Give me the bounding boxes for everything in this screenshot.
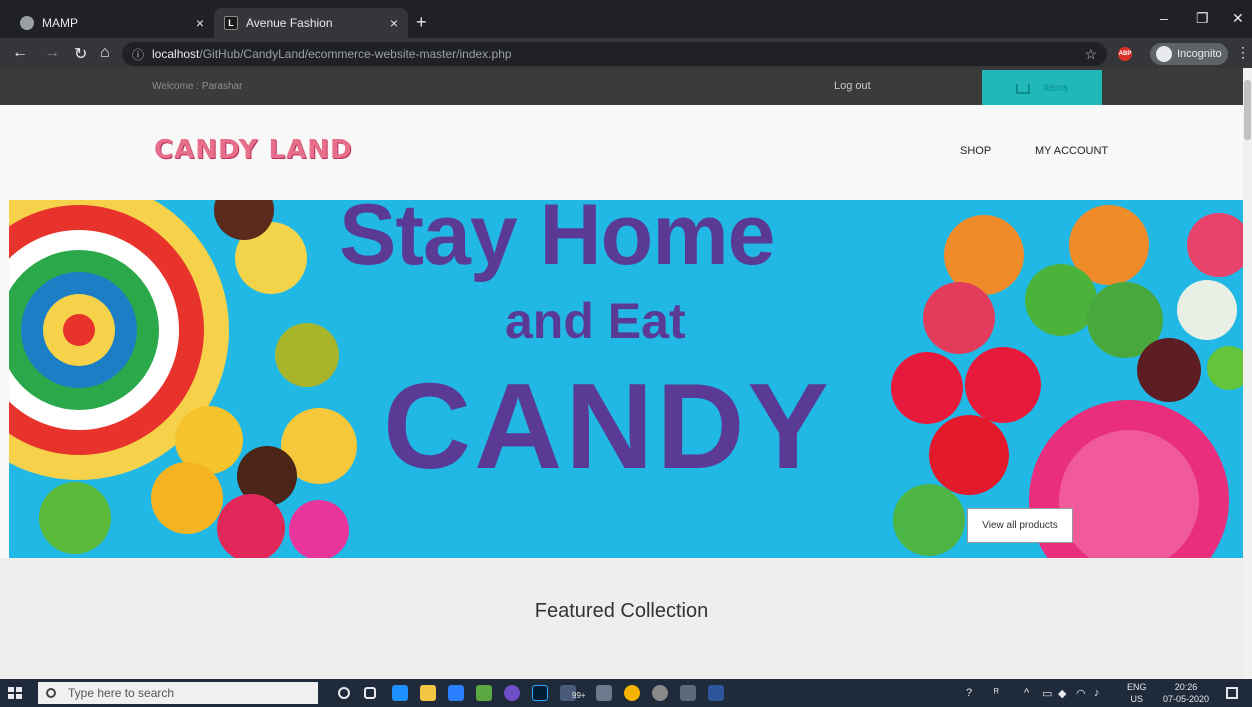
help-icon[interactable]: ? bbox=[966, 687, 972, 699]
chrome-icon[interactable] bbox=[624, 685, 640, 701]
clock-date: 07-05-2020 bbox=[1162, 694, 1210, 704]
photoshop-icon[interactable] bbox=[532, 685, 548, 701]
welcome-text: Welcome : Parashar bbox=[152, 81, 243, 92]
site-logo[interactable]: CANDY LAND bbox=[154, 135, 353, 165]
search-placeholder: Type here to search bbox=[68, 686, 175, 700]
url-path: /GitHub/CandyLand/ecommerce-website-mast… bbox=[199, 47, 512, 61]
view-all-products-button[interactable]: View all products bbox=[967, 508, 1073, 543]
volume-icon[interactable]: ♪ bbox=[1094, 687, 1100, 699]
word-icon[interactable] bbox=[708, 685, 724, 701]
incognito-icon bbox=[1156, 46, 1172, 62]
taskbar-clock[interactable]: 20:26 07-05-2020 bbox=[1158, 681, 1214, 705]
url-host: localhost bbox=[152, 47, 200, 61]
tab-title: MAMP bbox=[42, 16, 78, 30]
dropbox-icon[interactable] bbox=[448, 685, 464, 701]
eclipse-icon[interactable] bbox=[504, 685, 520, 701]
windows-taskbar: Type here to search 99+ ? ᴿ ^ ▭ ◆ ◠ ♪ EN… bbox=[0, 679, 1252, 707]
cart-icon bbox=[1015, 83, 1030, 94]
hero-banner: Stay Home and Eat CANDY View all product… bbox=[9, 200, 1243, 558]
close-window-button[interactable]: ✕ bbox=[1232, 10, 1244, 27]
search-icon bbox=[46, 688, 56, 698]
incognito-label: Incognito bbox=[1177, 48, 1222, 60]
cart-button[interactable]: Items bbox=[982, 70, 1102, 107]
page-scrollbar[interactable] bbox=[1243, 68, 1252, 679]
tab-avenue-fashion[interactable]: L Avenue Fashion × bbox=[214, 8, 408, 38]
cortana-icon[interactable] bbox=[338, 687, 350, 699]
hero-heading-line1: Stay Home bbox=[339, 200, 775, 283]
nav-shop[interactable]: SHOP bbox=[960, 145, 991, 157]
incognito-badge[interactable]: Incognito bbox=[1150, 43, 1228, 65]
back-arrow-icon[interactable]: ← bbox=[12, 44, 28, 62]
cart-label: Items bbox=[1043, 83, 1069, 94]
hero-heading-line2: and Eat bbox=[505, 293, 686, 349]
address-bar-row: ← → ↻ ⌂ ⓘ localhost/GitHub/CandyLand/eco… bbox=[0, 38, 1252, 68]
chevron-up-icon[interactable]: ^ bbox=[1024, 687, 1029, 699]
url-field[interactable]: ⓘ localhost/GitHub/CandyLand/ecommerce-w… bbox=[122, 42, 1107, 66]
app-badge-count: 99+ bbox=[572, 691, 586, 700]
logout-link[interactable]: Log out bbox=[834, 80, 871, 92]
menu-kebab-icon[interactable]: ⋮ bbox=[1236, 44, 1250, 61]
browser-tab-bar: MAMP × L Avenue Fashion × + – ❐ ✕ bbox=[0, 0, 1252, 38]
reload-icon[interactable]: ↻ bbox=[74, 44, 87, 64]
file-explorer-icon[interactable] bbox=[420, 685, 436, 701]
maximize-button[interactable]: ❐ bbox=[1196, 10, 1209, 27]
language-indicator[interactable]: ENG US bbox=[1127, 681, 1147, 705]
site-header: CANDY LAND SHOP MY ACCOUNT bbox=[0, 105, 1243, 200]
bookmark-star-icon[interactable]: ☆ bbox=[1084, 46, 1097, 63]
info-icon[interactable]: ⓘ bbox=[132, 46, 144, 63]
github-icon[interactable] bbox=[652, 685, 668, 701]
notepad-icon[interactable] bbox=[476, 685, 492, 701]
forward-arrow-icon[interactable]: → bbox=[44, 44, 60, 62]
clock-time: 20:26 bbox=[1174, 682, 1198, 692]
new-tab-button[interactable]: + bbox=[416, 12, 427, 33]
taskbar-search-field[interactable]: Type here to search bbox=[38, 682, 318, 704]
app-window-icon[interactable] bbox=[680, 685, 696, 701]
people-icon[interactable]: ᴿ bbox=[994, 687, 999, 699]
home-icon[interactable]: ⌂ bbox=[100, 44, 110, 62]
nav-my-account[interactable]: MY ACCOUNT bbox=[1035, 145, 1108, 157]
edge-icon[interactable] bbox=[392, 685, 408, 701]
minimize-button[interactable]: – bbox=[1160, 10, 1168, 26]
close-tab-icon[interactable]: × bbox=[390, 15, 398, 31]
wifi-icon[interactable]: ◠ bbox=[1076, 687, 1086, 700]
task-view-icon[interactable] bbox=[364, 687, 376, 699]
language-bottom: US bbox=[1130, 694, 1144, 704]
language-top: ENG bbox=[1127, 682, 1147, 692]
windows-start-icon[interactable] bbox=[8, 687, 22, 699]
hero-heading-line3: CANDY bbox=[383, 358, 832, 494]
photos-icon[interactable] bbox=[596, 685, 612, 701]
close-tab-icon[interactable]: × bbox=[196, 15, 204, 31]
battery-icon: ▭ bbox=[1042, 688, 1053, 700]
scrollbar-thumb[interactable] bbox=[1244, 80, 1251, 140]
tab-mamp[interactable]: MAMP × bbox=[8, 8, 214, 38]
tab-title: Avenue Fashion bbox=[246, 16, 333, 30]
globe-icon bbox=[20, 16, 34, 30]
featured-section: Featured Collection bbox=[0, 558, 1243, 679]
letter-l-icon: L bbox=[224, 16, 238, 30]
page-viewport: Welcome : Parashar Log out Items CANDY L… bbox=[0, 68, 1243, 679]
adblock-extension-icon[interactable]: ABP bbox=[1118, 47, 1132, 61]
dropbox-tray-icon[interactable]: ◆ bbox=[1058, 687, 1066, 700]
featured-title: Featured Collection bbox=[534, 600, 709, 622]
notification-center-icon[interactable] bbox=[1226, 687, 1238, 699]
